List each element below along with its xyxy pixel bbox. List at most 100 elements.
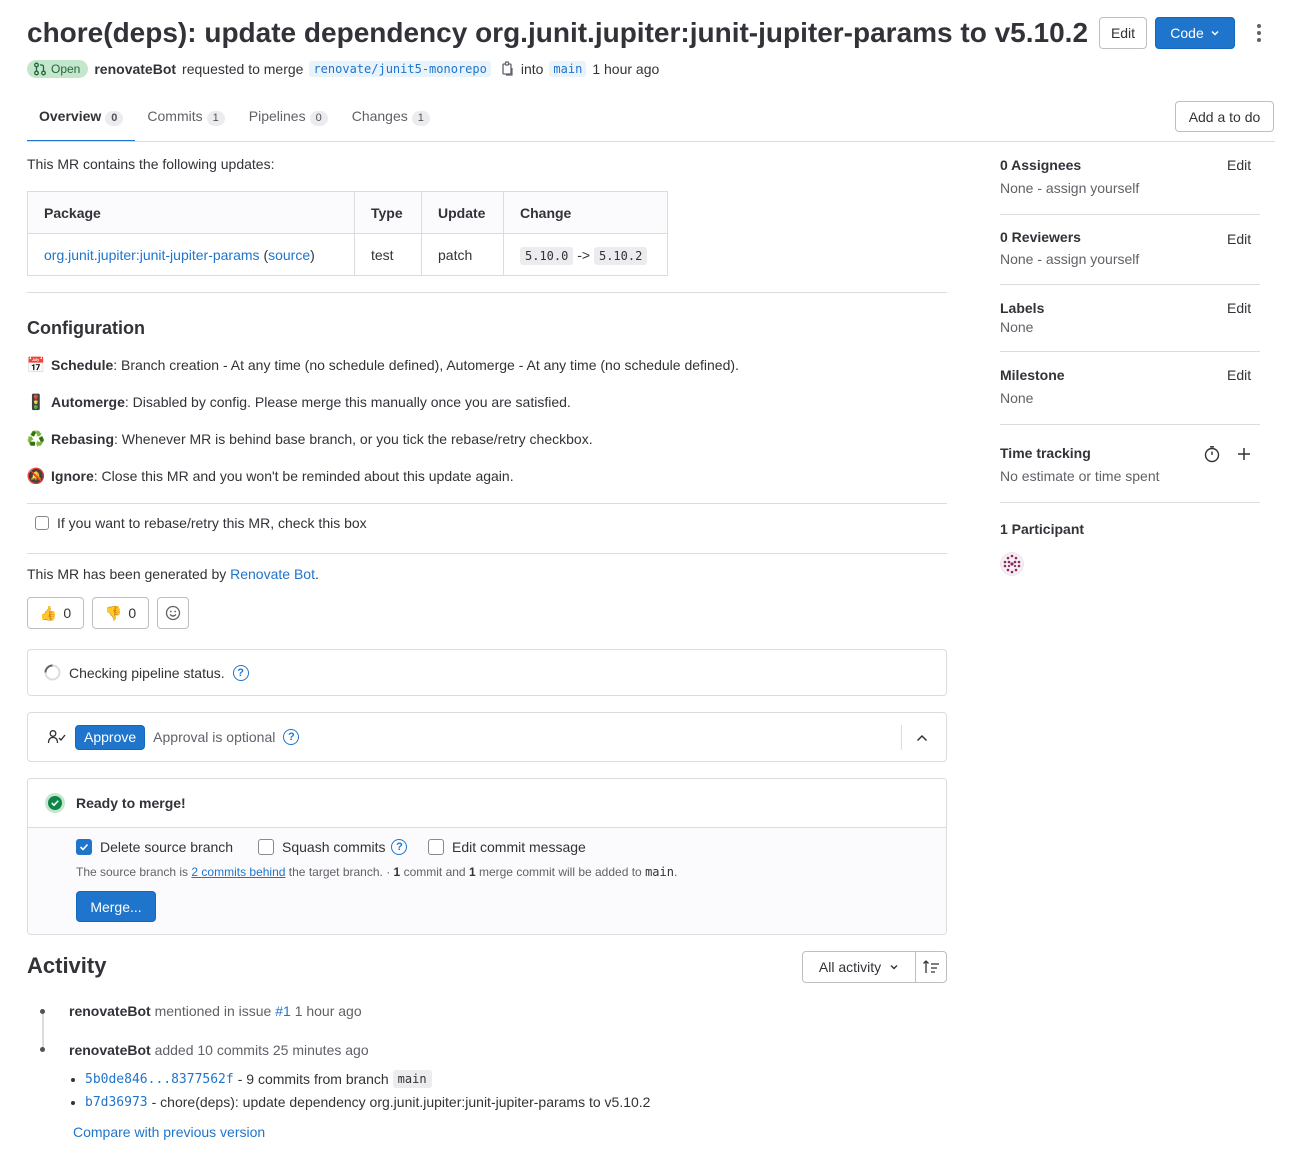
table-header-row: Package Type Update Change [27, 191, 668, 234]
help-icon[interactable]: ? [232, 664, 249, 681]
labels-value: None [1000, 319, 1034, 335]
thumbs-down-button[interactable]: 👎 0 [92, 597, 149, 629]
divider [27, 553, 947, 554]
config-text: : Whenever MR is behind base branch, or … [114, 431, 593, 447]
tab-pipelines[interactable]: Pipelines 0 [237, 100, 340, 142]
timeline-line [42, 1011, 44, 1051]
reviewers-title: 0 Reviewers [1000, 229, 1081, 245]
chevron-down-icon [1211, 30, 1219, 36]
tab-count: 0 [105, 111, 124, 126]
tab-overview[interactable]: Overview 0 [27, 100, 136, 142]
recycle-icon: ♻️ [26, 431, 46, 448]
assignees-edit-button[interactable]: Edit [1227, 157, 1251, 173]
thumbs-down-count: 0 [128, 605, 137, 621]
milestone-value: None [1000, 390, 1034, 406]
config-label: Ignore [51, 468, 94, 484]
edit-button[interactable]: Edit [1099, 17, 1147, 49]
spinner-icon [44, 664, 61, 681]
pipeline-status-panel: Checking pipeline status. ? [27, 649, 947, 696]
column-header: Update [421, 191, 504, 234]
activity-item: renovateBot added 10 commits 25 minutes … [69, 1042, 369, 1058]
avatar[interactable] [1000, 552, 1024, 576]
chevron-up-icon[interactable] [915, 731, 929, 745]
source-link[interactable]: source [268, 247, 310, 263]
config-text: : Branch creation - At any time (no sche… [113, 357, 739, 373]
commits-behind-link[interactable]: 2 commits behind [191, 865, 285, 879]
delete-source-checkbox[interactable] [76, 839, 92, 855]
tab-changes[interactable]: Changes 1 [340, 100, 442, 142]
commit-sha-link[interactable]: b7d36973 [85, 1095, 148, 1110]
tab-label: Overview [39, 108, 102, 124]
tab-commits[interactable]: Commits 1 [135, 100, 236, 142]
column-header: Package [27, 191, 355, 234]
reviewers-value[interactable]: None - assign yourself [1000, 251, 1139, 267]
package-link[interactable]: org.junit.jupiter:junit-jupiter-params [44, 247, 260, 263]
copy-icon[interactable] [501, 61, 515, 77]
add-todo-button[interactable]: Add a to do [1175, 101, 1274, 132]
config-label: Rebasing [51, 431, 115, 447]
code-dropdown-button[interactable]: Code [1155, 17, 1235, 49]
commit-text: - 9 commits from branch [237, 1071, 389, 1087]
issue-link[interactable]: #1 [275, 1003, 291, 1019]
thumbs-up-button[interactable]: 👍 0 [27, 597, 84, 629]
delete-source-label: Delete source branch [100, 839, 234, 855]
arrow-text: -> [577, 246, 591, 263]
help-icon[interactable]: ? [391, 839, 408, 855]
activity-author[interactable]: renovateBot [69, 1003, 151, 1019]
divider [1000, 502, 1260, 503]
plus-icon[interactable] [1236, 446, 1252, 462]
edit-message-checkbox[interactable] [428, 839, 444, 855]
assignees-value[interactable]: None - assign yourself [1000, 180, 1139, 196]
info-text: the target branch. · [288, 865, 391, 879]
merge-commit-count: 1 [468, 865, 476, 879]
rebase-checkbox[interactable] [35, 516, 49, 530]
tab-count: 1 [411, 111, 430, 126]
activity-filter-dropdown[interactable]: All activity [802, 951, 916, 983]
labels-title: Labels [1000, 300, 1045, 316]
configuration-heading: Configuration [27, 318, 145, 338]
delete-source-option: Delete source branch [76, 839, 233, 855]
activity-time: 1 hour ago [294, 1003, 362, 1019]
target-branch[interactable]: main [549, 61, 587, 77]
squash-option: Squash commits ? [258, 839, 408, 855]
column-header: Change [503, 191, 668, 234]
source-branch[interactable]: renovate/junit5-monorepo [309, 61, 491, 77]
add-reaction-button[interactable] [157, 597, 189, 629]
config-automerge: 🚦 Automerge: Disabled by config. Please … [27, 393, 571, 411]
time-tracking-value: No estimate or time spent [1000, 468, 1160, 484]
approval-icon [47, 730, 66, 744]
more-actions-icon[interactable] [1250, 22, 1268, 44]
code-label: Code [1170, 25, 1204, 41]
reviewers-edit-button[interactable]: Edit [1227, 231, 1251, 247]
sort-direction-button[interactable] [915, 951, 947, 983]
squash-checkbox[interactable] [258, 839, 274, 855]
config-text: : Disabled by config. Please merge this … [124, 394, 571, 410]
approve-button[interactable]: Approve [75, 724, 146, 750]
divider [901, 725, 902, 750]
column-header: Type [354, 191, 422, 234]
commit-sha-link[interactable]: 5b0de846...8377562f [85, 1072, 234, 1087]
divider [1000, 284, 1260, 285]
author-name[interactable]: renovateBot [94, 61, 176, 77]
activity-author[interactable]: renovateBot [69, 1042, 151, 1058]
renovate-bot-link[interactable]: Renovate Bot [230, 566, 315, 582]
generated-by-text: This MR has been generated by Renovate B… [27, 566, 319, 582]
change-cell: 5.10.0 -> 5.10.2 [503, 233, 668, 276]
timeline-dot [40, 1047, 45, 1052]
activity-text: added 10 commits [154, 1042, 269, 1058]
help-icon[interactable]: ? [283, 729, 300, 745]
divider [1000, 351, 1260, 352]
merge-options: Delete source branch Squash commits ? Ed… [28, 828, 946, 934]
labels-edit-button[interactable]: Edit [1227, 300, 1251, 316]
status-badge: Open [27, 60, 89, 78]
milestone-edit-button[interactable]: Edit [1227, 367, 1251, 383]
tab-count: 1 [206, 111, 225, 126]
info-text: merge commit will be added to [478, 865, 642, 879]
merge-button[interactable]: Merge... [76, 891, 156, 922]
ready-to-merge-text: Ready to merge! [76, 795, 186, 811]
compare-previous-link[interactable]: Compare with previous version [73, 1124, 265, 1140]
time-tracking-title: Time tracking [1000, 445, 1091, 461]
participants-title: 1 Participant [1000, 521, 1085, 537]
approval-optional-text: Approval is optional [153, 729, 276, 745]
stopwatch-icon[interactable] [1203, 445, 1221, 463]
